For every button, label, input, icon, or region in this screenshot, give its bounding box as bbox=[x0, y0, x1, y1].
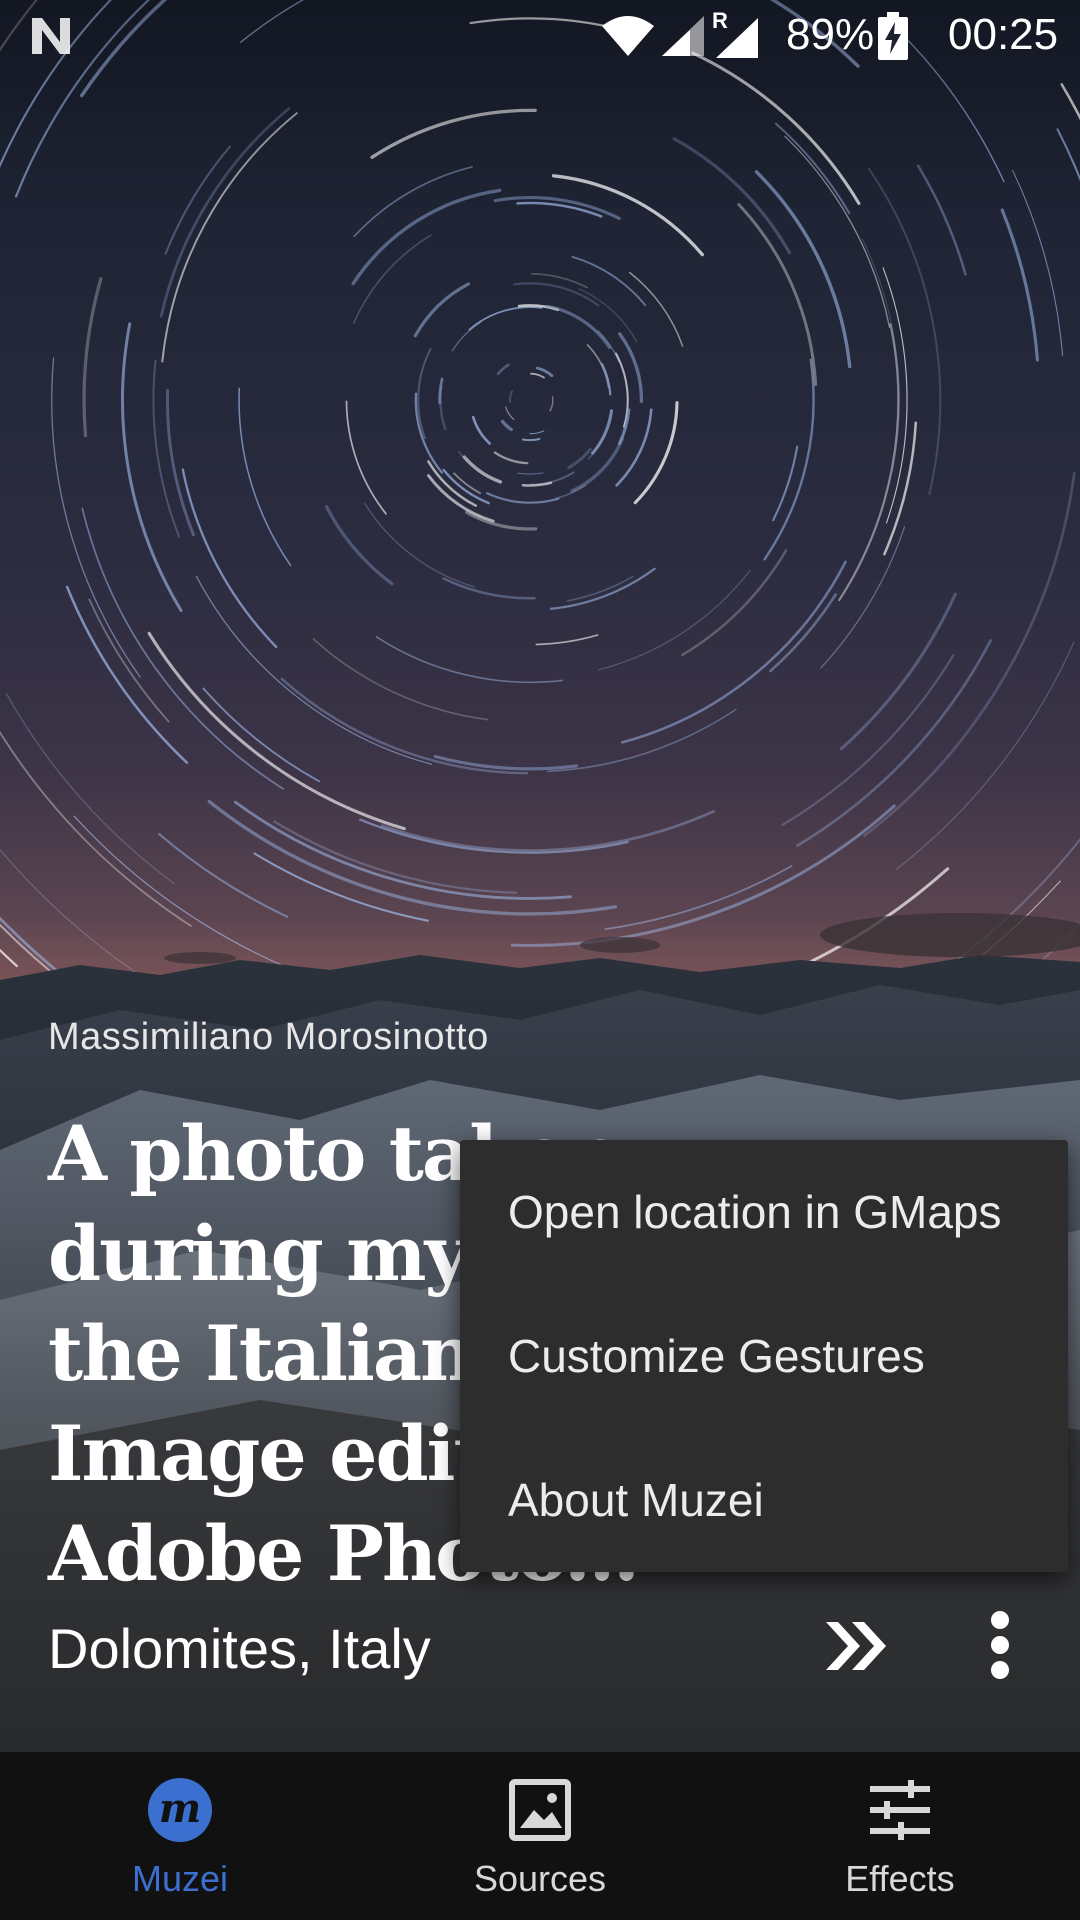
tab-sources[interactable]: Sources bbox=[360, 1752, 720, 1920]
tab-label: Effects bbox=[845, 1858, 955, 1899]
status-bar: R 89% 00:25 bbox=[0, 0, 1080, 72]
more-vert-icon bbox=[991, 1611, 1009, 1679]
overflow-popup-menu: Open location in GMaps Customize Gesture… bbox=[460, 1140, 1068, 1572]
cell-signal-icon bbox=[662, 16, 704, 56]
artwork-byline: Massimiliano Morosinotto bbox=[48, 1016, 489, 1058]
menu-item-customize-gestures[interactable]: Customize Gestures bbox=[460, 1284, 1068, 1428]
cell-signal-roaming-icon: R bbox=[712, 8, 760, 60]
bottom-navigation: m Muzei Sources Effects bbox=[0, 1752, 1080, 1920]
tab-muzei[interactable]: m Muzei bbox=[0, 1752, 360, 1920]
tune-icon bbox=[870, 1780, 930, 1840]
menu-item-about[interactable]: About Muzei bbox=[460, 1428, 1068, 1572]
muzei-screen: R 89% 00:25 Massimiliano Morosinotto A p… bbox=[0, 0, 1080, 1920]
battery-charging-icon bbox=[878, 12, 908, 60]
status-time: 00:25 bbox=[948, 10, 1059, 59]
notification-n-icon bbox=[32, 18, 70, 54]
wifi-icon bbox=[602, 16, 654, 56]
next-artwork-button[interactable] bbox=[812, 1610, 902, 1682]
menu-item-open-location[interactable]: Open location in GMaps bbox=[460, 1140, 1068, 1284]
battery-percent: 89% bbox=[786, 10, 875, 59]
tab-effects[interactable]: Effects bbox=[720, 1752, 1080, 1920]
muzei-logo-icon: m bbox=[148, 1778, 212, 1842]
svg-text:m: m bbox=[159, 1785, 201, 1832]
artwork-location: Dolomites, Italy bbox=[48, 1617, 431, 1680]
tab-label: Muzei bbox=[131, 1858, 229, 1899]
tab-label: Sources bbox=[473, 1858, 607, 1899]
next-artwork-icon bbox=[826, 1622, 886, 1670]
overflow-menu-button[interactable] bbox=[970, 1600, 1030, 1690]
image-icon bbox=[509, 1779, 571, 1841]
